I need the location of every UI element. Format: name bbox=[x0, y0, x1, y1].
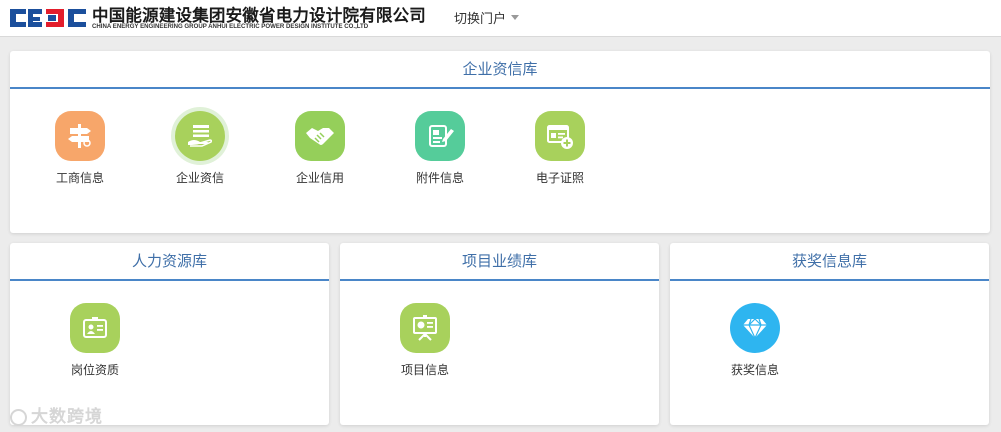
switch-portal-dropdown[interactable]: 切换门户 bbox=[454, 8, 520, 27]
watermark: 大数跨境 bbox=[10, 402, 103, 427]
panel-title: 项目业绩库 bbox=[340, 243, 659, 281]
tile-label: 企业资信 bbox=[175, 171, 224, 185]
panel-enterprise-credentials: 企业资信库 工商信息 企业资信 企业信用 附件信息 电子证照 bbox=[10, 51, 990, 233]
edit-document-icon bbox=[415, 111, 465, 161]
panel-awards: 获奖信息库 获奖信息 bbox=[670, 243, 989, 425]
panel-human-resources: 人力资源库 岗位资质 bbox=[10, 243, 329, 425]
tile-label: 企业信用 bbox=[295, 171, 344, 185]
certificate-add-icon bbox=[535, 111, 585, 161]
tile-label: 工商信息 bbox=[55, 171, 104, 185]
tile-business-info[interactable]: 工商信息 bbox=[30, 111, 130, 186]
tile-label: 项目信息 bbox=[400, 363, 449, 377]
switch-portal-label: 切换门户 bbox=[454, 12, 507, 27]
tile-enterprise-reputation[interactable]: 企业信用 bbox=[270, 111, 370, 186]
tile-position-qualification[interactable]: 岗位资质 bbox=[45, 303, 145, 378]
panel-title: 人力资源库 bbox=[10, 243, 329, 281]
chevron-down-icon bbox=[511, 15, 520, 20]
company-logo-icon bbox=[10, 9, 86, 27]
tile-label: 附件信息 bbox=[415, 171, 464, 185]
watermark-text: 大数跨境 bbox=[31, 407, 103, 427]
tile-attachment-info[interactable]: 附件信息 bbox=[390, 111, 490, 186]
tile-enterprise-credit[interactable]: 企业资信 bbox=[150, 111, 250, 186]
company-name-en: CHINA ENERGY ENGINEERING GROUP ANHUI ELE… bbox=[92, 23, 369, 30]
diamond-icon bbox=[730, 303, 780, 353]
panel-title: 获奖信息库 bbox=[670, 243, 989, 281]
id-card-icon bbox=[70, 303, 120, 353]
signpost-icon bbox=[55, 111, 105, 161]
presentation-board-icon bbox=[400, 303, 450, 353]
top-header: 中国能源建设集团安徽省电力设计院有限公司 CHINA ENERGY ENGINE… bbox=[0, 0, 1001, 37]
tile-label: 岗位资质 bbox=[70, 363, 119, 377]
panel-title: 企业资信库 bbox=[10, 51, 990, 89]
hand-document-icon bbox=[175, 111, 225, 161]
handshake-icon bbox=[295, 111, 345, 161]
panel-project-performance: 项目业绩库 项目信息 bbox=[340, 243, 659, 425]
tile-e-license[interactable]: 电子证照 bbox=[510, 111, 610, 186]
tile-project-info[interactable]: 项目信息 bbox=[375, 303, 475, 378]
watermark-logo-icon bbox=[10, 408, 27, 426]
tile-label: 电子证照 bbox=[535, 171, 584, 185]
tile-award-info[interactable]: 获奖信息 bbox=[705, 303, 805, 378]
tile-label: 获奖信息 bbox=[730, 363, 779, 377]
